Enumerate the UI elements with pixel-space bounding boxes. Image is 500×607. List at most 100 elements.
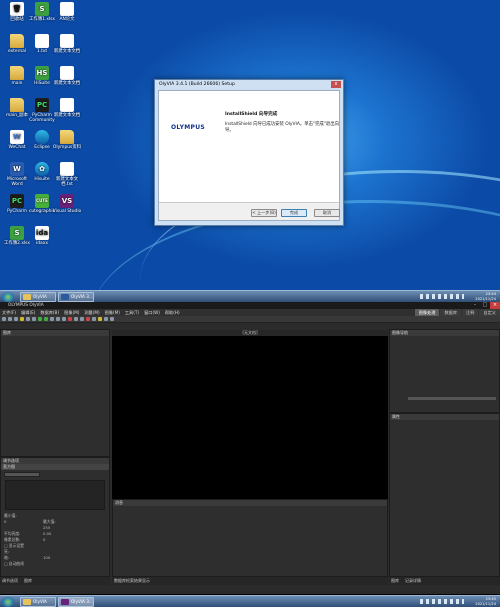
taskbar-bottom: OlyVIA OlyVIA 3... 23:45 2021/11/24 [0, 595, 500, 607]
close-icon[interactable]: × [490, 302, 500, 309]
dialog-content: OLYMPUS InstallShield 向导完成 InstallShield… [159, 91, 339, 203]
close-icon[interactable]: x [331, 81, 341, 88]
navigator-panel: 图像导航 [389, 329, 500, 413]
blue-icon: W [10, 162, 24, 176]
maximize-icon[interactable]: □ [480, 302, 490, 309]
bottom-tab[interactable]: 图库 [24, 577, 32, 585]
clock-date: 2021/11/24 [475, 296, 496, 301]
zoom-out-icon[interactable] [44, 317, 48, 321]
circle-icon: ✿ [35, 162, 49, 176]
bottom-tabs-center: 数据库检索结果显示 [112, 577, 388, 585]
desktop-icon-label: 新建文本文档.txt [56, 177, 78, 188]
start-button[interactable] [2, 597, 14, 607]
layout-icon[interactable] [104, 317, 108, 321]
zoom-in-icon[interactable] [38, 317, 42, 321]
bottom-tab[interactable]: 图库 [391, 577, 399, 585]
note-icon[interactable] [98, 317, 102, 321]
desktop-icon[interactable]: 新建文本文档 [52, 34, 82, 54]
clock-date: 2021/11/24 [475, 601, 496, 606]
menu-item[interactable]: 编辑(E) [21, 309, 35, 316]
tray-icons[interactable] [420, 599, 464, 604]
line-icon[interactable] [74, 317, 78, 321]
stat-value: 0 [43, 537, 46, 542]
desktop-icon-label: AN论文 [59, 17, 75, 22]
toolbar [0, 316, 500, 323]
histogram-plot [5, 480, 105, 510]
measure-icon[interactable] [68, 317, 72, 321]
tray-icons[interactable] [420, 294, 464, 299]
taskbar-button-olyvia-setup[interactable]: OlyVIA 3... [58, 292, 94, 302]
save-icon[interactable] [14, 317, 18, 321]
new-icon[interactable] [2, 317, 6, 321]
app-title: OLYMPUS OlyVIA [8, 303, 44, 308]
open-icon[interactable] [8, 317, 12, 321]
bottom-tab[interactable]: 数据库检索结果显示 [114, 577, 150, 585]
message-header: 消息 [113, 500, 387, 506]
bottom-tab[interactable]: 调节选项 [2, 577, 18, 585]
desktop-icon[interactable]: 新建文本文档 [52, 66, 82, 86]
desktop-icon-label: Olympus资料 [52, 145, 82, 150]
menu-item[interactable]: 图像(M) [105, 309, 120, 316]
app-icon [61, 294, 69, 300]
desktop-icon[interactable]: ida idaxx [27, 226, 57, 246]
undo-icon[interactable] [26, 317, 30, 321]
doc-icon [60, 98, 74, 112]
taskbar-button-olyvia[interactable]: OlyVIA [20, 597, 56, 607]
menu-item[interactable]: 窗口(W) [144, 309, 160, 316]
taskbar-button-label: OlyVIA 3... [71, 599, 93, 604]
menu-item[interactable]: 数据库(B) [40, 309, 59, 316]
menu-item[interactable]: 帮助(H) [165, 309, 180, 316]
back-button[interactable]: < 上一步(B) [251, 209, 277, 217]
desktop-icon[interactable]: 新建文本文档.txt [52, 162, 82, 187]
hand-icon[interactable] [56, 317, 60, 321]
menu-item[interactable]: 文件(F) [2, 309, 16, 316]
folder-icon [10, 34, 24, 48]
desktop-icon[interactable]: Olympus资料 [52, 130, 82, 150]
workspace-tabs: 图像处理 数据库 注释 自定义 [414, 309, 500, 316]
properties-header: 属性 [390, 414, 499, 420]
desktop-icon[interactable]: VS Visual Studio [52, 194, 82, 214]
taskbar-button-olyvia-app[interactable]: OlyVIA 3... [58, 597, 94, 607]
workspace-tab[interactable]: 注释 [462, 309, 479, 316]
taskbar-button-label: OlyVIA [33, 294, 47, 299]
minimize-icon[interactable]: – [470, 302, 480, 309]
finish-button[interactable]: 完成 [281, 209, 307, 217]
stat-label: 最小值: [4, 513, 17, 518]
cancel-button[interactable]: 取消 [314, 209, 340, 217]
stat-label: □ 自动曲线 [4, 561, 24, 566]
fit-icon[interactable] [50, 317, 54, 321]
workspace-tab[interactable]: 自定义 [479, 309, 500, 316]
vs-icon: VS [60, 194, 74, 208]
grid-icon[interactable] [92, 317, 96, 321]
bottom-tab[interactable]: 记录详情 [405, 577, 421, 585]
taskbar-button-olyvia[interactable]: OlyVIA [20, 292, 56, 302]
pc-icon: PC [10, 194, 24, 208]
white-icon: ida [35, 226, 49, 240]
rect-icon[interactable] [80, 317, 84, 321]
desktop-icon[interactable]: AN论文 [52, 2, 82, 22]
menu-item[interactable]: 测量(M) [84, 309, 99, 316]
dialog-title: OlyVIA 3.4.1 (Build 26606) Setup [159, 82, 235, 87]
image-canvas[interactable] [112, 336, 388, 499]
settings-icon[interactable] [110, 317, 114, 321]
desktop-icon[interactable]: 新建文本文档 [52, 98, 82, 118]
workspace-tab[interactable]: 图像处理 [414, 309, 440, 316]
workspace-tab[interactable]: 数据库 [440, 309, 462, 316]
select-icon[interactable] [62, 317, 66, 321]
folder-icon [10, 98, 24, 112]
dialog-titlebar[interactable]: OlyVIA 3.4.1 (Build 26606) Setup x [155, 80, 343, 89]
start-button[interactable] [2, 292, 14, 302]
clock[interactable]: 23:44 2021/11/24 [475, 292, 496, 301]
print-icon[interactable] [20, 317, 24, 321]
menu-item[interactable]: 图像(M) [64, 309, 79, 316]
clock[interactable]: 23:45 2021/11/24 [475, 597, 496, 606]
menu-item[interactable]: 工具(T) [125, 309, 139, 316]
folder-icon [60, 130, 74, 144]
delete-icon[interactable] [86, 317, 90, 321]
redo-icon[interactable] [32, 317, 36, 321]
app-titlebar[interactable]: OLYMPUS OlyVIA – □ × [0, 302, 500, 309]
folder-icon [23, 294, 31, 300]
installer-dialog: OlyVIA 3.4.1 (Build 26606) Setup x OLYMP… [154, 79, 344, 226]
zoom-slider[interactable] [408, 397, 496, 400]
channel-select[interactable] [4, 472, 40, 477]
